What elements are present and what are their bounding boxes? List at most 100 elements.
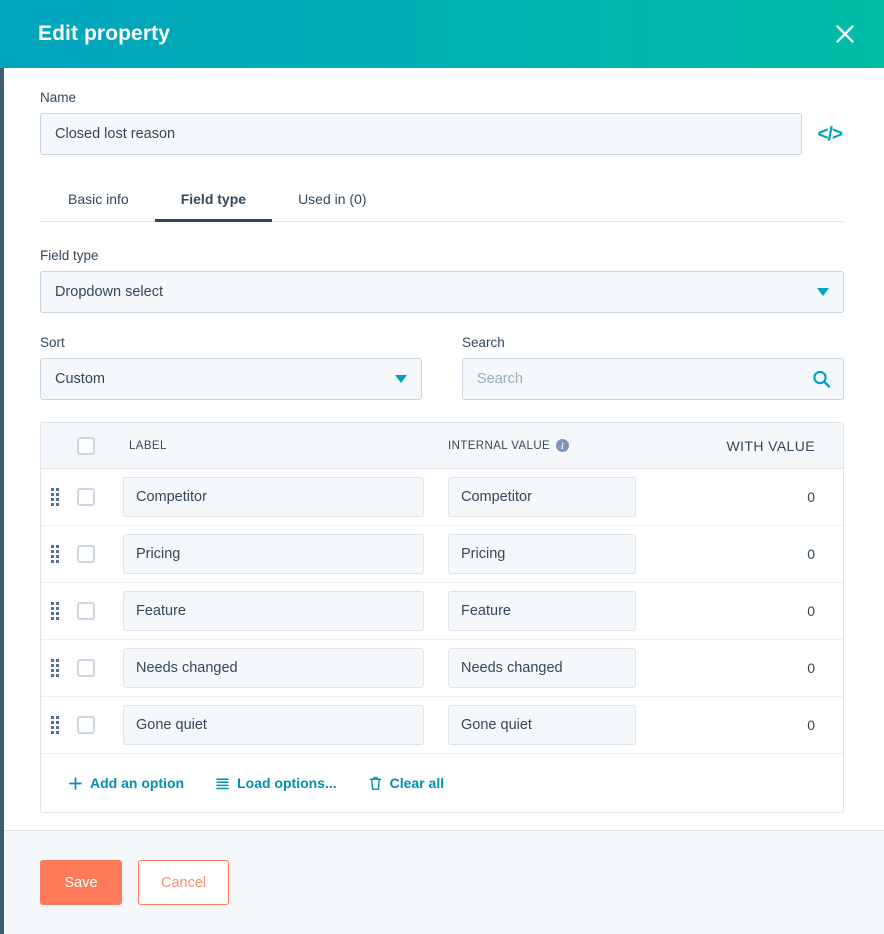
- field-type-block: Field type Dropdown select: [40, 248, 844, 313]
- table-row: 0: [41, 583, 843, 640]
- chevron-down-icon: [395, 375, 407, 383]
- option-label-input[interactable]: [123, 477, 424, 517]
- save-button[interactable]: Save: [40, 860, 122, 905]
- drag-handle[interactable]: [41, 488, 69, 506]
- add-option-label: Add an option: [90, 775, 185, 791]
- row-select-cell: [69, 602, 123, 620]
- clear-all-label: Clear all: [389, 775, 445, 791]
- row-label-cell: [123, 648, 448, 688]
- plus-icon: [69, 776, 82, 790]
- options-actions: Add an option Load options... Clear all: [41, 754, 843, 812]
- row-checkbox[interactable]: [77, 488, 95, 506]
- option-label-input[interactable]: [123, 534, 424, 574]
- load-options-button[interactable]: Load options...: [216, 775, 337, 791]
- field-type-value: Dropdown select: [55, 284, 163, 300]
- drag-handle-icon: [51, 716, 59, 734]
- option-internal-value-input[interactable]: [448, 705, 636, 745]
- table-row: 0: [41, 640, 843, 697]
- close-button[interactable]: [828, 17, 862, 51]
- info-icon[interactable]: i: [556, 439, 570, 452]
- page-title: Edit property: [38, 22, 170, 45]
- option-internal-value-input[interactable]: [448, 591, 636, 631]
- modal-footer: Save Cancel: [0, 830, 884, 934]
- tab-bar: Basic info Field type Used in (0): [40, 181, 844, 222]
- column-header-internal-value: INTERNAL VALUE i: [448, 439, 703, 452]
- trash-icon: [369, 776, 382, 791]
- option-label-input[interactable]: [123, 705, 424, 745]
- row-select-cell: [69, 659, 123, 677]
- drag-handle[interactable]: [41, 602, 69, 620]
- option-with-value: 0: [807, 546, 815, 562]
- sort-search-row: Sort Custom Search: [40, 335, 844, 400]
- tab-basic-info[interactable]: Basic info: [42, 181, 155, 222]
- edit-property-modal: Edit property Name </> Basic info Field …: [0, 0, 884, 934]
- column-header-label: LABEL: [129, 439, 167, 452]
- drag-handle[interactable]: [41, 716, 69, 734]
- drag-handle[interactable]: [41, 545, 69, 563]
- sort-label: Sort: [40, 335, 65, 350]
- row-select-cell: [69, 488, 123, 506]
- row-label-cell: [123, 705, 448, 745]
- column-header-with-value: WITH VALUE: [726, 437, 815, 454]
- table-row: 0: [41, 697, 843, 754]
- table-header-row: LABEL INTERNAL VALUE i WITH VALUE: [41, 423, 843, 469]
- chevron-down-icon: [817, 288, 829, 296]
- option-with-value: 0: [807, 660, 815, 676]
- column-header-internal-value-text: INTERNAL VALUE: [448, 439, 551, 452]
- row-checkbox[interactable]: [77, 545, 95, 563]
- option-with-value: 0: [807, 489, 815, 505]
- select-all-cell: [69, 436, 123, 455]
- row-internal-cell: [448, 477, 703, 517]
- drag-handle-icon: [51, 602, 59, 620]
- search-wrap: [462, 358, 844, 400]
- name-input[interactable]: [40, 113, 802, 155]
- field-type-label: Field type: [40, 248, 99, 263]
- sort-select[interactable]: Custom: [40, 358, 422, 400]
- drag-handle[interactable]: [41, 659, 69, 677]
- row-label-cell: [123, 591, 448, 631]
- name-input-wrap: [40, 113, 802, 155]
- tab-field-type[interactable]: Field type: [154, 181, 273, 222]
- option-internal-value-input[interactable]: [448, 648, 636, 688]
- field-type-select[interactable]: Dropdown select: [40, 271, 844, 313]
- row-label-cell: [123, 477, 448, 517]
- row-internal-cell: [448, 705, 703, 745]
- option-label-input[interactable]: [123, 591, 424, 631]
- table-row: 0: [41, 526, 843, 583]
- add-option-button[interactable]: Add an option: [69, 775, 184, 791]
- options-table: LABEL INTERNAL VALUE i WITH VALUE Compet…: [40, 422, 844, 813]
- row-checkbox[interactable]: [77, 716, 95, 734]
- search-col: Search: [462, 335, 844, 400]
- row-checkbox[interactable]: [77, 659, 95, 677]
- tab-used-in[interactable]: Used in (0): [272, 181, 392, 222]
- table-row: 0: [41, 469, 843, 526]
- list-icon: [216, 777, 229, 790]
- option-internal-value-input[interactable]: [448, 534, 636, 574]
- row-select-cell: [69, 545, 123, 563]
- row-select-cell: [69, 716, 123, 734]
- row-label-cell: [123, 534, 448, 574]
- sort-value: Custom: [55, 371, 105, 387]
- row-internal-cell: [448, 648, 703, 688]
- option-with-value: 0: [807, 603, 815, 619]
- modal-body: Name </> Basic info Field type Used in (…: [0, 68, 884, 830]
- drag-handle-icon: [51, 659, 59, 677]
- sort-col: Sort Custom: [40, 335, 422, 400]
- drag-handle-icon: [51, 488, 59, 506]
- cancel-button[interactable]: Cancel: [138, 860, 230, 905]
- option-label-input[interactable]: [123, 648, 424, 688]
- row-checkbox[interactable]: [77, 602, 95, 620]
- select-all-checkbox[interactable]: [77, 436, 95, 455]
- name-label: Name: [40, 90, 77, 105]
- code-icon[interactable]: </>: [816, 121, 844, 148]
- search-label: Search: [462, 335, 505, 350]
- clear-all-button[interactable]: Clear all: [369, 775, 444, 791]
- load-options-label: Load options...: [237, 775, 337, 791]
- row-internal-cell: [448, 534, 703, 574]
- option-with-value: 0: [807, 717, 815, 733]
- drag-handle-icon: [51, 545, 59, 563]
- option-internal-value-input[interactable]: [448, 477, 636, 517]
- name-row: </>: [40, 113, 844, 155]
- row-internal-cell: [448, 591, 703, 631]
- search-input[interactable]: [462, 358, 844, 400]
